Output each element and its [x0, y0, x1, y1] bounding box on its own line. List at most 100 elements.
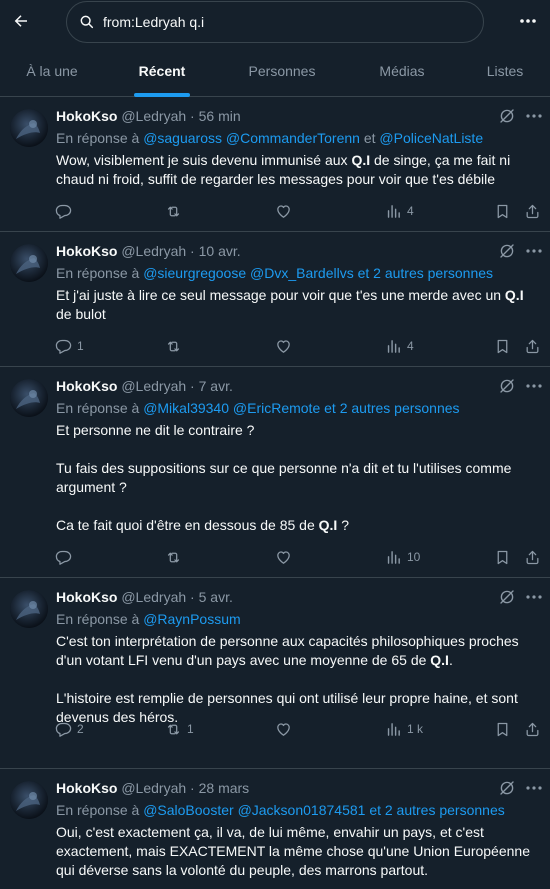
user-handle[interactable]: @Ledryah — [121, 589, 186, 605]
tweet[interactable]: HokoKso @Ledryah · 56 min En réponse à @s… — [0, 97, 550, 232]
share-button[interactable] — [524, 547, 541, 567]
grok-icon[interactable] — [498, 242, 516, 260]
bookmark-button[interactable] — [494, 547, 511, 567]
share-button[interactable] — [524, 201, 541, 221]
reply-button[interactable] — [55, 201, 77, 221]
bookmark-button[interactable] — [494, 336, 511, 356]
more-options-icon[interactable] — [513, 8, 543, 34]
reply-button[interactable] — [55, 547, 77, 567]
tweet[interactable]: HokoKso @Ledryah · 10 avr. En réponse à @… — [0, 232, 550, 367]
retweet-icon — [167, 552, 180, 562]
separator-dot: · — [190, 378, 195, 394]
timestamp[interactable]: 56 min — [199, 108, 241, 124]
reply-icon — [55, 339, 72, 354]
reply-mention-link[interactable]: @CommanderTorenn — [226, 130, 360, 146]
tweet-more-icon[interactable] — [524, 242, 544, 260]
tweet-more-icon[interactable] — [524, 107, 544, 125]
reply-conjunction: et — [363, 130, 376, 146]
tweet-text: Et personne ne dit le contraire ? Tu fais… — [56, 421, 538, 535]
reply-mention-link[interactable]: @RaynPossum — [143, 611, 240, 627]
views-button[interactable]: 10 — [385, 547, 420, 567]
tweet-actions: 4 — [0, 201, 550, 221]
tweet-actions: 14 — [0, 336, 550, 356]
tweet-header: HokoKso @Ledryah · 5 avr. — [56, 589, 233, 605]
retweet-button[interactable] — [165, 336, 187, 356]
user-handle[interactable]: @Ledryah — [121, 243, 186, 259]
like-button[interactable] — [275, 336, 292, 356]
like-button[interactable] — [275, 547, 292, 567]
grok-icon[interactable] — [498, 779, 516, 797]
tweet-text: Wow, visiblement je suis devenu immunisé… — [56, 151, 538, 189]
reply-mention-link[interactable]: @saguaross — [143, 130, 222, 146]
reply-mention-link[interactable]: @Jackson01874581 — [238, 802, 366, 818]
tweet[interactable]: HokoKso @Ledryah · 28 mars En réponse à @… — [0, 769, 550, 889]
grok-icon[interactable] — [498, 107, 516, 125]
retweet-button[interactable] — [165, 547, 187, 567]
timestamp[interactable]: 28 mars — [199, 780, 250, 796]
display-name[interactable]: HokoKso — [56, 243, 117, 259]
tab-personnes[interactable]: Personnes — [220, 44, 344, 97]
tab-medias[interactable]: Médias — [344, 44, 460, 97]
bookmark-button[interactable] — [494, 201, 511, 221]
tab-listes[interactable]: Listes — [460, 44, 550, 97]
user-handle[interactable]: @Ledryah — [121, 378, 186, 394]
user-handle[interactable]: @Ledryah — [121, 108, 186, 124]
like-button[interactable] — [275, 201, 292, 221]
tweet-more-icon[interactable] — [524, 377, 544, 395]
grok-icon[interactable] — [498, 588, 516, 606]
like-button[interactable] — [275, 719, 292, 739]
views-button[interactable]: 4 — [385, 201, 414, 221]
display-name[interactable]: HokoKso — [56, 108, 117, 124]
reply-mention-link[interactable]: et 2 autres personnes — [324, 400, 459, 416]
tweet-paragraph: Tu fais des suppositions sur ce que pers… — [56, 460, 512, 495]
tweet-more-icon[interactable] — [524, 588, 544, 606]
views-count: 4 — [407, 204, 414, 218]
search-bar[interactable] — [66, 1, 484, 43]
bookmark-icon — [497, 722, 508, 736]
reply-mention-link[interactable]: @Dvx_Bardellvs — [250, 265, 354, 281]
avatar[interactable] — [10, 244, 48, 282]
reply-mention-link[interactable]: @EricRemote — [233, 400, 320, 416]
avatar[interactable] — [10, 590, 48, 628]
reply-mention-link[interactable]: et 2 autres personnes — [369, 802, 504, 818]
reply-context: En réponse à @Mikal39340 @EricRemote et … — [56, 400, 460, 416]
share-button[interactable] — [524, 336, 541, 356]
reply-mention-link[interactable]: @PoliceNatListe — [379, 130, 483, 146]
reply-button[interactable]: 2 — [55, 719, 84, 739]
share-button[interactable] — [524, 719, 541, 739]
bookmark-button[interactable] — [494, 719, 511, 739]
display-name[interactable]: HokoKso — [56, 780, 117, 796]
avatar[interactable] — [10, 781, 48, 819]
tab-a-la-une[interactable]: À la une — [0, 44, 104, 97]
share-icon — [526, 204, 539, 218]
tweet[interactable]: HokoKso @Ledryah · 5 avr. En réponse à @R… — [0, 578, 550, 769]
like-icon — [277, 339, 290, 353]
search-input[interactable] — [103, 14, 463, 30]
reply-mention-link[interactable]: et 2 autres personnes — [358, 265, 493, 281]
views-icon — [387, 722, 400, 736]
timestamp[interactable]: 5 avr. — [199, 589, 233, 605]
timestamp[interactable]: 10 avr. — [199, 243, 241, 259]
reply-button[interactable]: 1 — [55, 336, 84, 356]
reply-mention-link[interactable]: @sieurgregoose — [143, 265, 246, 281]
grok-icon[interactable] — [498, 377, 516, 395]
tab-recent[interactable]: Récent — [104, 44, 220, 97]
tweet-header: HokoKso @Ledryah · 28 mars — [56, 780, 249, 796]
user-handle[interactable]: @Ledryah — [121, 780, 186, 796]
avatar[interactable] — [10, 109, 48, 147]
views-button[interactable]: 1 k — [385, 719, 423, 739]
tweet-more-icon[interactable] — [524, 779, 544, 797]
tweet[interactable]: HokoKso @Ledryah · 7 avr. En réponse à @M… — [0, 367, 550, 578]
display-name[interactable]: HokoKso — [56, 589, 117, 605]
retweet-button[interactable]: 1 — [165, 719, 194, 739]
back-arrow-icon[interactable] — [6, 6, 36, 36]
avatar[interactable] — [10, 379, 48, 417]
views-button[interactable]: 4 — [385, 336, 414, 356]
display-name[interactable]: HokoKso — [56, 378, 117, 394]
separator-dot: · — [190, 780, 195, 796]
retweet-button[interactable] — [165, 201, 187, 221]
tweet-paragraph: C'est ton interprétation de personne aux… — [56, 633, 519, 668]
timestamp[interactable]: 7 avr. — [199, 378, 233, 394]
reply-mention-link[interactable]: @Mikal39340 — [143, 400, 229, 416]
reply-mention-link[interactable]: @SaloBooster — [143, 802, 233, 818]
